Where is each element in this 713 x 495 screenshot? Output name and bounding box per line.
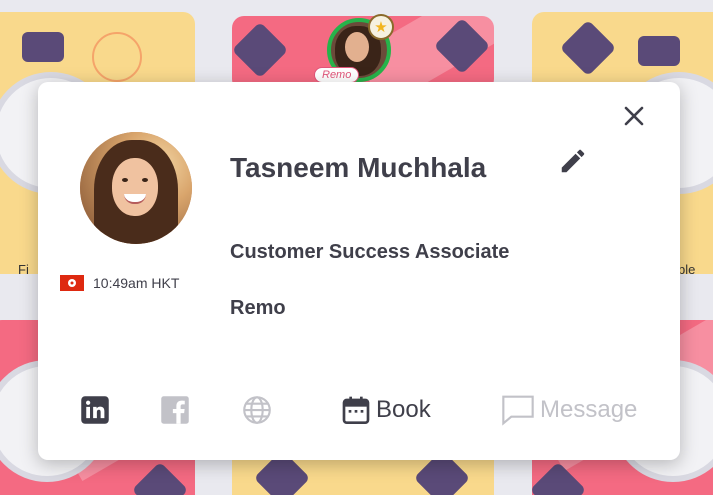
message-icon (502, 395, 534, 426)
message-label: Message (540, 396, 638, 423)
profile-name: Tasneem Muchhala (230, 152, 487, 183)
linkedin-icon (81, 396, 109, 424)
book-button[interactable]: Book (340, 388, 431, 432)
facebook-icon (161, 396, 189, 424)
table-label-left: Fi (18, 262, 29, 277)
calendar-icon (342, 396, 370, 424)
close-icon (624, 106, 644, 126)
star-icon: ★ (368, 14, 394, 40)
website-button[interactable] (240, 388, 274, 432)
message-button[interactable]: Message (500, 388, 637, 432)
close-button[interactable] (618, 100, 650, 132)
globe-icon (243, 396, 271, 424)
edit-profile-button[interactable] (556, 144, 590, 178)
edit-pencil-icon (561, 149, 585, 173)
table-label-right: ble (678, 262, 696, 277)
profile-job-title: Customer Success Associate (230, 241, 510, 263)
participant-company-tag: Remo (314, 67, 360, 83)
book-label: Book (376, 396, 431, 423)
profile-photo (80, 132, 192, 244)
local-time: 10:49am HKT (93, 275, 180, 291)
linkedin-button[interactable] (80, 388, 110, 432)
profile-card: 10:49am HKT Tasneem Muchhala Customer Su… (38, 82, 680, 460)
profile-company: Remo (230, 297, 286, 319)
hong-kong-flag-icon (60, 275, 84, 291)
profile-actions: Book Message (38, 388, 680, 432)
facebook-button[interactable] (160, 388, 190, 432)
local-time-row: 10:49am HKT (60, 275, 179, 291)
